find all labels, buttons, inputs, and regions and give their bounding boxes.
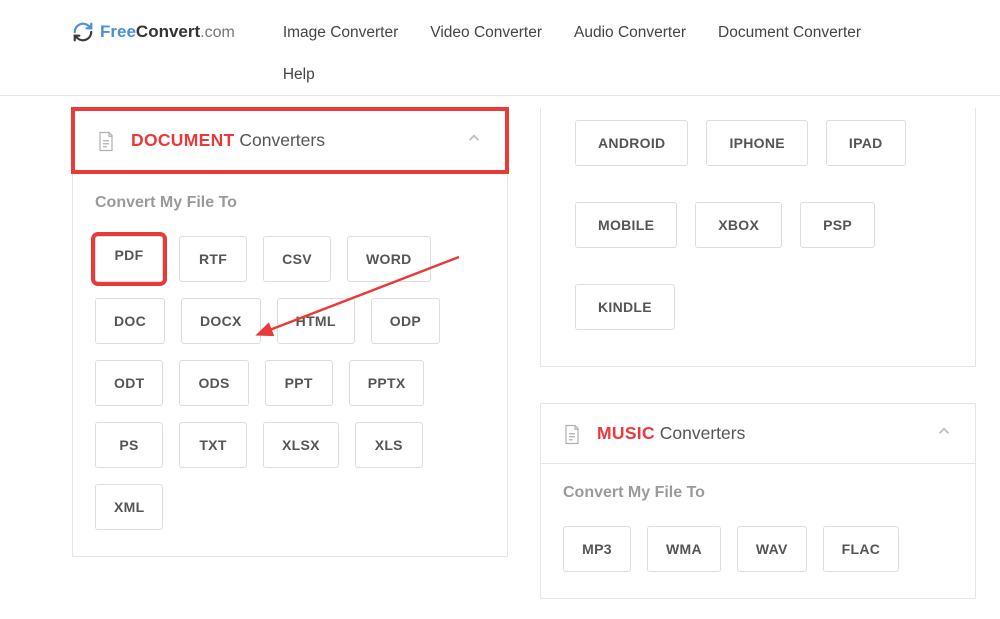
device-chips-row3: KINDLE <box>541 280 975 340</box>
chip-psp[interactable]: PSP <box>800 202 875 248</box>
left-column: DOCUMENT Converters Convert My File To P… <box>72 108 508 619</box>
chip-mobile[interactable]: MOBILE <box>575 202 677 248</box>
refresh-icon <box>72 21 94 43</box>
chip-xlsx[interactable]: XLSX <box>263 422 339 468</box>
document-icon <box>563 424 581 444</box>
music-subtitle: Convert My File To <box>563 484 953 502</box>
chip-android[interactable]: ANDROID <box>575 120 688 166</box>
content: DOCUMENT Converters Convert My File To P… <box>0 96 1000 619</box>
chip-csv[interactable]: CSV <box>263 236 331 282</box>
document-title-highlight: DOCUMENT <box>131 130 235 150</box>
music-panel-header[interactable]: MUSIC Converters <box>541 404 975 464</box>
device-chips-row2: MOBILE XBOX PSP <box>541 198 975 258</box>
document-panel-body: Convert My File To PDF RTF CSV WORD DOC … <box>73 174 507 556</box>
chip-pdf[interactable]: PDF <box>95 236 163 282</box>
document-panel-title: DOCUMENT Converters <box>131 130 325 151</box>
nav-video-converter[interactable]: Video Converter <box>430 24 542 42</box>
document-subtitle: Convert My File To <box>95 194 485 212</box>
right-column: ANDROID IPHONE IPAD MOBILE XBOX PSP KIND… <box>540 108 976 619</box>
chip-kindle[interactable]: KINDLE <box>575 284 675 330</box>
chip-wav[interactable]: WAV <box>737 526 807 572</box>
chip-doc[interactable]: DOC <box>95 298 165 344</box>
nav-image-converter[interactable]: Image Converter <box>283 24 398 42</box>
chip-xls[interactable]: XLS <box>355 422 423 468</box>
chip-html[interactable]: HTML <box>277 298 355 344</box>
chip-ps[interactable]: PS <box>95 422 163 468</box>
logo[interactable]: FreeConvert.com <box>72 21 235 43</box>
document-title-rest: Converters <box>235 130 325 150</box>
site-header: FreeConvert.com Image Converter Video Co… <box>0 0 1000 96</box>
chip-wma[interactable]: WMA <box>647 526 721 572</box>
music-panel-title: MUSIC Converters <box>597 423 745 444</box>
music-chips: MP3 WMA WAV FLAC <box>563 526 953 572</box>
chevron-up-icon[interactable] <box>465 129 483 152</box>
device-chips: ANDROID IPHONE IPAD <box>541 116 975 176</box>
chip-ods[interactable]: ODS <box>179 360 248 406</box>
chip-odp[interactable]: ODP <box>371 298 440 344</box>
music-panel: MUSIC Converters Convert My File To MP3 … <box>540 403 976 599</box>
document-icon <box>97 131 115 151</box>
chip-odt[interactable]: ODT <box>95 360 163 406</box>
chip-ipad[interactable]: IPAD <box>826 120 906 166</box>
chip-xml[interactable]: XML <box>95 484 163 530</box>
music-title-highlight: MUSIC <box>597 423 655 443</box>
chip-txt[interactable]: TXT <box>179 422 247 468</box>
chip-docx[interactable]: DOCX <box>181 298 261 344</box>
music-title-rest: Converters <box>655 423 745 443</box>
nav-help[interactable]: Help <box>283 66 315 84</box>
chevron-up-icon[interactable] <box>935 422 953 445</box>
chip-word[interactable]: WORD <box>347 236 431 282</box>
chip-pptx[interactable]: PPTX <box>349 360 425 406</box>
chip-ppt[interactable]: PPT <box>265 360 333 406</box>
main-nav: Image Converter Video Converter Audio Co… <box>283 8 883 84</box>
device-panel-body: ANDROID IPHONE IPAD MOBILE XBOX PSP KIND… <box>540 108 976 367</box>
logo-text: FreeConvert.com <box>100 22 235 42</box>
logo-free: Free <box>100 22 136 41</box>
nav-document-converter[interactable]: Document Converter <box>718 24 861 42</box>
logo-convert: Convert <box>136 22 200 41</box>
document-panel-header[interactable]: DOCUMENT Converters <box>71 107 509 174</box>
chip-mp3[interactable]: MP3 <box>563 526 631 572</box>
logo-com: .com <box>200 24 235 41</box>
chip-iphone[interactable]: IPHONE <box>706 120 807 166</box>
chip-rtf[interactable]: RTF <box>179 236 247 282</box>
nav-audio-converter[interactable]: Audio Converter <box>574 24 686 42</box>
document-panel: DOCUMENT Converters Convert My File To P… <box>72 108 508 557</box>
chip-xbox[interactable]: XBOX <box>695 202 782 248</box>
chip-flac[interactable]: FLAC <box>823 526 900 572</box>
music-panel-body: Convert My File To MP3 WMA WAV FLAC <box>541 464 975 598</box>
document-chips: PDF RTF CSV WORD DOC DOCX HTML ODP ODT O… <box>95 236 485 530</box>
